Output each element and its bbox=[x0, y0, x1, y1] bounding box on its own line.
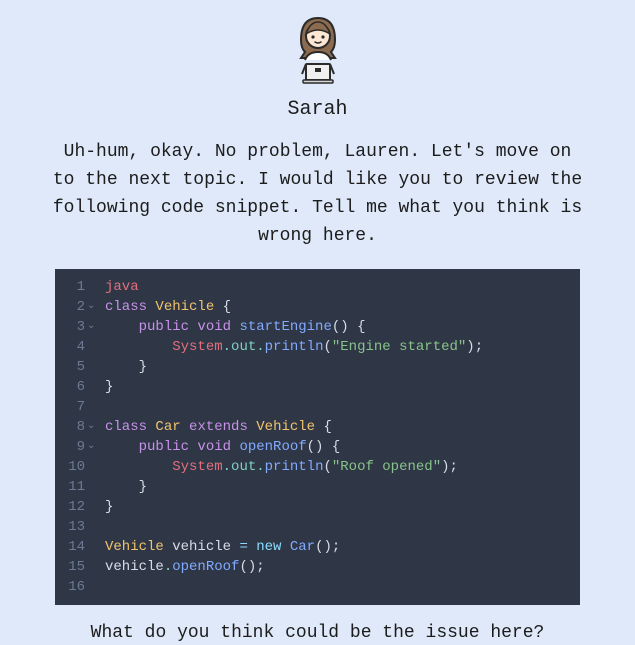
code-content: Vehicle vehicle = new Car(); bbox=[101, 537, 580, 557]
line-number: 6 bbox=[55, 377, 87, 397]
speech-text: Uh-hum, okay. No problem, Lauren. Let's … bbox=[50, 139, 585, 251]
line-number: 2 bbox=[55, 297, 87, 317]
code-content: vehicle.openRoof(); bbox=[101, 557, 580, 577]
code-content: } bbox=[101, 377, 580, 397]
code-line: 3⌄ public void startEngine() { bbox=[55, 317, 580, 337]
line-number: 5 bbox=[55, 357, 87, 377]
code-content: System.out.println("Engine started"); bbox=[101, 337, 580, 357]
code-line: 2⌄class Vehicle { bbox=[55, 297, 580, 317]
line-number: 9 bbox=[55, 437, 87, 457]
code-line: 14 Vehicle vehicle = new Car(); bbox=[55, 537, 580, 557]
code-line: 15 vehicle.openRoof(); bbox=[55, 557, 580, 577]
line-number: 1 bbox=[55, 277, 87, 297]
code-content: } bbox=[101, 357, 580, 377]
line-number: 10 bbox=[55, 457, 87, 477]
code-content: System.out.println("Roof opened"); bbox=[101, 457, 580, 477]
line-number: 12 bbox=[55, 497, 87, 517]
avatar-icon bbox=[283, 10, 353, 90]
line-number: 8 bbox=[55, 417, 87, 437]
followup-question: What do you think could be the issue her… bbox=[0, 623, 635, 643]
fold-icon[interactable]: ⌄ bbox=[87, 417, 101, 437]
code-line: 5 } bbox=[55, 357, 580, 377]
code-snippet: 1java2⌄class Vehicle {3⌄ public void sta… bbox=[55, 269, 580, 605]
line-number: 7 bbox=[55, 397, 87, 417]
code-content: public void openRoof() { bbox=[101, 437, 580, 457]
code-line: 12} bbox=[55, 497, 580, 517]
line-number: 15 bbox=[55, 557, 87, 577]
avatar-container bbox=[0, 10, 635, 90]
line-number: 14 bbox=[55, 537, 87, 557]
code-line: 8⌄class Car extends Vehicle { bbox=[55, 417, 580, 437]
code-line: 9⌄ public void openRoof() { bbox=[55, 437, 580, 457]
line-number: 11 bbox=[55, 477, 87, 497]
code-content: public void startEngine() { bbox=[101, 317, 580, 337]
code-line: 13 bbox=[55, 517, 580, 537]
code-content: class Car extends Vehicle { bbox=[101, 417, 580, 437]
code-content: class Vehicle { bbox=[101, 297, 580, 317]
code-content: java bbox=[101, 277, 580, 297]
code-line: 4 System.out.println("Engine started"); bbox=[55, 337, 580, 357]
line-number: 13 bbox=[55, 517, 87, 537]
line-number: 3 bbox=[55, 317, 87, 337]
code-line: 16 bbox=[55, 577, 580, 597]
conversation-panel: Sarah Uh-hum, okay. No problem, Lauren. … bbox=[0, 0, 635, 643]
fold-icon[interactable]: ⌄ bbox=[87, 317, 101, 337]
code-line: 1 java bbox=[55, 277, 580, 297]
fold-icon[interactable]: ⌄ bbox=[87, 437, 101, 457]
line-number: 16 bbox=[55, 577, 87, 597]
code-line: 7 bbox=[55, 397, 580, 417]
code-line: 11 } bbox=[55, 477, 580, 497]
code-content: } bbox=[101, 497, 580, 517]
code-line: 10 System.out.println("Roof opened"); bbox=[55, 457, 580, 477]
code-line: 6} bbox=[55, 377, 580, 397]
fold-icon[interactable]: ⌄ bbox=[87, 297, 101, 317]
line-number: 4 bbox=[55, 337, 87, 357]
speaker-name: Sarah bbox=[0, 98, 635, 121]
code-content: } bbox=[101, 477, 580, 497]
